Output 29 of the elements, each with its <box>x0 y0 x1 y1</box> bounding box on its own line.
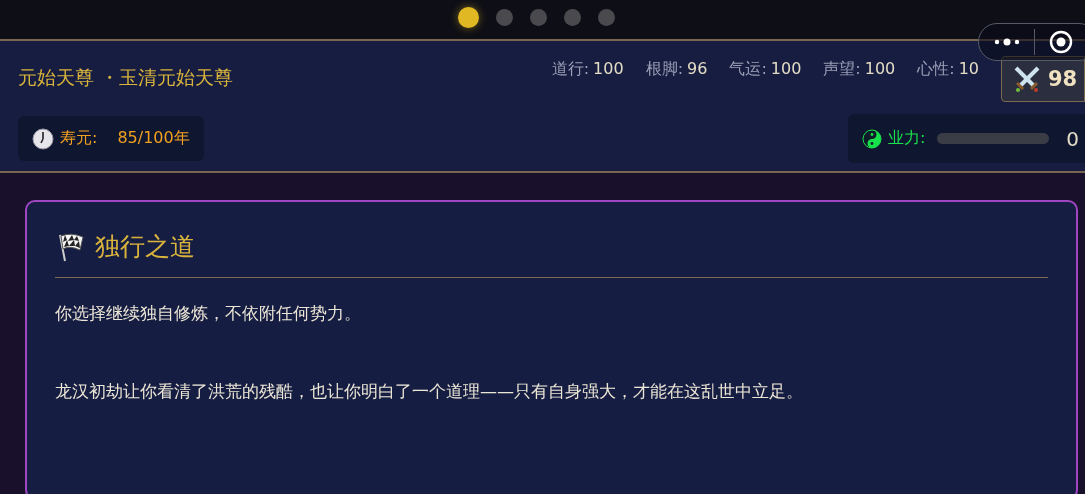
card-title: 独行之道 <box>95 231 195 263</box>
close-icon[interactable] <box>1049 30 1073 54</box>
stat-value: 100 <box>593 59 624 80</box>
stat-label: 声望: <box>823 59 861 80</box>
stat-label: 道行: <box>551 59 590 80</box>
stat-value: 100 <box>770 59 802 80</box>
power-value: 98 <box>1048 67 1078 91</box>
story-paragraph: 龙汉初劫让你看清了洪荒的残酷，也让你明白了一个道理——只有自身强大，才能在这乱世中立足。 <box>55 380 804 403</box>
character-title: 元始天尊 ・玉清元始天尊 <box>18 65 234 90</box>
clock-icon <box>32 127 54 150</box>
more-icon[interactable] <box>994 37 1020 47</box>
page-dot[interactable] <box>563 8 581 26</box>
stat-value: 100 <box>864 59 896 80</box>
story-paragraph: 你选择继续独自修炼，不依附任何势力。 <box>55 302 362 325</box>
page-dot[interactable] <box>597 8 615 26</box>
stat-label: 心性: <box>917 59 955 80</box>
lifespan-value: 85/100年 <box>117 128 190 149</box>
lifespan-label: 寿元: <box>60 128 98 149</box>
stat-label: 气运: <box>729 59 767 80</box>
page-dot[interactable] <box>529 8 547 26</box>
page-dot[interactable] <box>495 8 513 26</box>
stat-value: 10 <box>958 59 979 80</box>
karma-value: 0 <box>1066 126 1079 151</box>
crossed-swords-icon <box>1012 64 1042 94</box>
karma-label: 业力: <box>888 128 926 149</box>
stat-label: 根脚: <box>645 59 683 80</box>
yin-yang-icon <box>862 128 882 149</box>
stat-value: 96 <box>687 59 708 80</box>
page-dot[interactable] <box>457 6 479 28</box>
